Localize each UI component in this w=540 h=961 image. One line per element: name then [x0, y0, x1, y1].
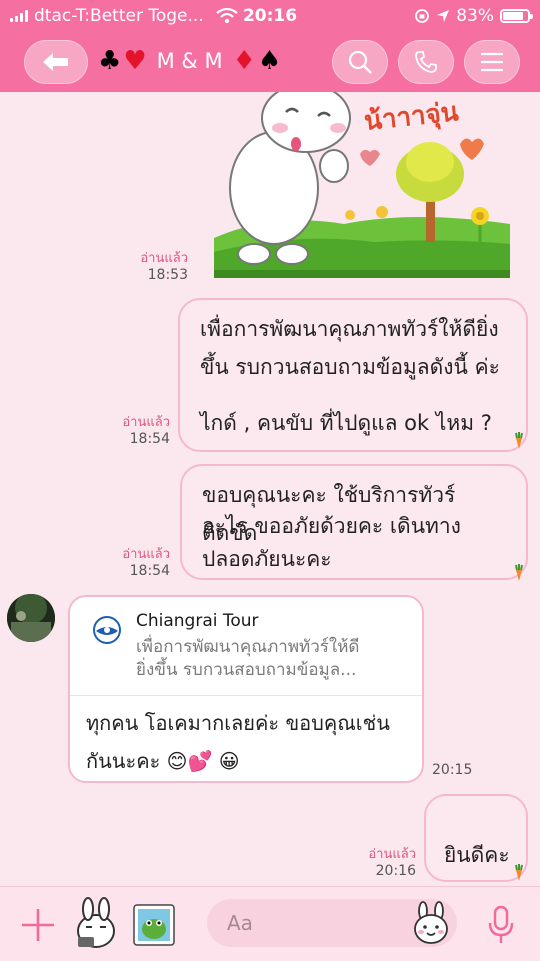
avatar-photo-icon [7, 594, 55, 642]
message-meta: 20:15 [432, 762, 472, 779]
message-line: เพื่อการพัฒนาคุณภาพทัวร์ให้ดียิ่ง [200, 317, 499, 341]
message-line: ปลอดภัยนะคะ [202, 547, 332, 571]
heart-icon: ♥ [123, 46, 147, 76]
read-receipt: อ่านแล้ว [122, 415, 170, 430]
call-button[interactable] [398, 40, 454, 84]
battery-fill [503, 12, 523, 20]
search-icon [348, 50, 372, 74]
message-line: ไกด์ , คนขับ ที่ไปดูแล ok ไหม ? [200, 411, 492, 435]
message-meta: อ่านแล้ว 18:53 [126, 250, 188, 284]
reply-message[interactable]: Chiangrai Tour เพื่อการพัฒนาคุณภาพทัวร์ใ… [68, 595, 424, 783]
chat-title[interactable]: ♣ ♥ M & M ♦ ♠ [98, 48, 281, 74]
battery-icon [500, 9, 533, 23]
carrot-icon [515, 564, 523, 581]
message-input[interactable]: Aa [207, 899, 457, 947]
message-time: 20:15 [432, 762, 473, 778]
message-line: ขึ้น รบกวนสอบถามข้อมูลดังนี้ ค่ะ [200, 355, 500, 379]
bunny-sticker-icon [214, 92, 510, 278]
location-icon [437, 10, 450, 22]
input-placeholder: Aa [227, 911, 253, 935]
sent-message[interactable]: ขอบคุณนะคะ ใช้บริการทัวร์ ติดขัด อะไร ขอ… [180, 464, 528, 580]
plus-icon[interactable] [20, 907, 56, 943]
diamond-icon: ♦ [232, 46, 256, 76]
emoji-face-icon[interactable] [411, 901, 451, 945]
message-time: 18:54 [129, 563, 170, 579]
message-time: 18:53 [147, 267, 188, 283]
back-arrow-icon [43, 53, 68, 71]
message-line: อะไร ขออภัยด้วยคะ เดินทาง [202, 514, 461, 538]
quoted-line: ยิ่งขึ้น รบกวนสอบถามข้อมูล... [136, 660, 357, 680]
quoted-message[interactable]: Chiangrai Tour เพื่อการพัฒนาคุณภาพทัวร์ใ… [70, 597, 422, 696]
menu-button[interactable] [464, 40, 520, 84]
message-meta: อ่านแล้ว 18:54 [108, 546, 170, 580]
message-meta: อ่านแล้ว 18:54 [106, 414, 170, 448]
status-bar: dtac-T:Better Toge... 20:16 83% [0, 0, 540, 32]
club-icon: ♣ [98, 46, 122, 76]
chat-area[interactable]: น้าาาจุ่น อ่านแล้ว 18:53 เพื่อการพัฒนาคุ… [0, 92, 540, 886]
reply-line: กันนะคะ 😊💕 😀 [86, 749, 240, 773]
photo-icon[interactable] [132, 903, 176, 947]
microphone-icon[interactable] [486, 905, 516, 945]
carrot-icon [515, 432, 523, 449]
search-button[interactable] [332, 40, 388, 84]
sent-message[interactable]: เพื่อการพัฒนาคุณภาพทัวร์ให้ดียิ่ง ขึ้น ร… [178, 298, 528, 452]
menu-icon [481, 52, 503, 72]
phone-icon [415, 51, 437, 73]
chiangrai-tour-logo-icon [93, 616, 121, 644]
message-line [200, 386, 506, 404]
message-line: ยินดีคะ [444, 843, 510, 867]
contact-avatar[interactable] [7, 594, 55, 642]
message-time: 20:16 [375, 863, 416, 879]
message-composer: Aa [0, 886, 540, 961]
chat-name: M & M [156, 49, 223, 73]
sticker-message[interactable]: น้าาาจุ่น [214, 92, 510, 278]
rotation-lock-icon [415, 9, 430, 23]
reply-line: ทุกคน โอเคมากเลยค่ะ ขอบคุณเช่น [86, 711, 390, 735]
message-time: 18:54 [129, 431, 170, 447]
message-meta: อ่านแล้ว 20:16 [352, 846, 416, 880]
message-line: ขอบคุณนะคะ ใช้บริการทัวร์ ติดขัด [202, 483, 456, 545]
back-button[interactable] [24, 40, 88, 84]
sticker-icon[interactable] [72, 897, 120, 951]
carrot-icon [515, 864, 523, 881]
read-receipt: อ่านแล้ว [368, 847, 416, 862]
read-receipt: อ่านแล้ว [122, 547, 170, 562]
chat-header: ♣ ♥ M & M ♦ ♠ [0, 32, 540, 92]
battery-percent: 83% [456, 6, 494, 26]
read-receipt: อ่านแล้ว [140, 251, 188, 266]
quoted-sender: Chiangrai Tour [136, 611, 259, 631]
spade-icon: ♠ [257, 46, 282, 76]
